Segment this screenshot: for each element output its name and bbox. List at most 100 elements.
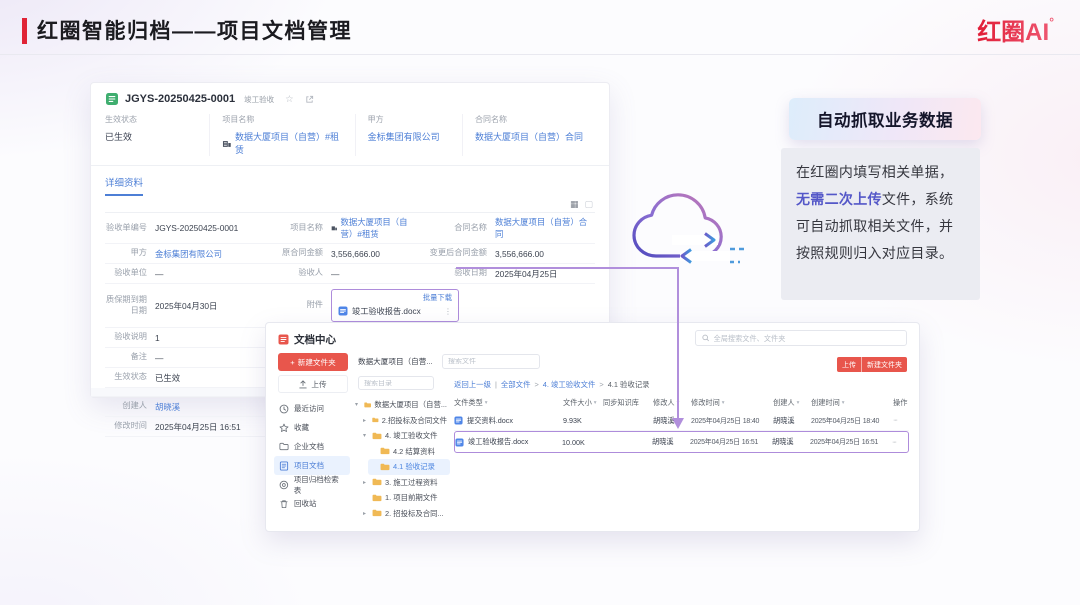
doc-center-sidebar: 最近访问 收藏 企业文档 项目文档 项目归档检索表 回收站 — [274, 399, 350, 513]
table-index-icon — [279, 480, 289, 489]
top-new-folder-button[interactable]: 新建文件夹 — [861, 357, 907, 372]
folder-icon — [364, 402, 371, 408]
tree-item[interactable]: 4.2 结算资料 — [368, 444, 450, 460]
field-link[interactable]: 数据大厦项目（自营）#租赁 — [341, 216, 417, 240]
document-icon — [279, 460, 289, 471]
tree-item-root[interactable]: ▾ 数据大厦项目（自营... — [352, 397, 450, 413]
brand-logo-text: 红圈AI — [977, 19, 1050, 46]
search-file-box[interactable] — [442, 354, 540, 369]
upload-button[interactable]: 上传 — [278, 375, 348, 393]
star-icon — [279, 423, 289, 432]
doc-center-title: 文档中心 — [294, 334, 336, 346]
doc-center-icon — [278, 334, 289, 345]
field-link[interactable]: 金标集团有限公司 — [155, 248, 222, 260]
tree-item[interactable]: ▸ 2. 招投标及合同... — [360, 506, 450, 522]
sidebar-item-project-docs[interactable]: 项目文档 — [274, 456, 350, 475]
col-header[interactable]: 文件类型 — [454, 398, 483, 408]
breadcrumb-item[interactable]: 全部文件 — [501, 379, 531, 390]
tree-item[interactable]: ▸ 3. 施工过程资料 — [360, 475, 450, 491]
more-actions-icon[interactable]: ··· — [892, 439, 908, 446]
field-label: 验收单位 — [114, 268, 147, 278]
file-name[interactable]: 提交资料.docx — [467, 416, 513, 426]
search-dir-box[interactable] — [358, 376, 434, 390]
sort-caret-icon: ▾ — [484, 400, 488, 406]
docx-file-icon — [338, 306, 348, 316]
folder-icon — [372, 509, 382, 517]
project-building-icon — [331, 226, 337, 231]
attachment-file-item[interactable]: 竣工验收报告.docx ⋮ — [338, 305, 452, 317]
creator-link[interactable]: 胡晓溪 — [155, 401, 180, 413]
field-value: 3,556,666.00 — [495, 248, 544, 259]
col-header[interactable]: 创建时间 — [811, 398, 840, 408]
file-row-highlighted[interactable]: 竣工验收报告.docx 10.00K 胡晓溪 2025年04月25日 16:51… — [454, 431, 909, 453]
file-created-time: 2025年04月25日 16:51 — [810, 439, 879, 446]
col-header[interactable]: 文件大小 — [563, 398, 592, 408]
project-tab[interactable]: 数据大厦项目（自营... + — [358, 356, 447, 367]
search-dir-input[interactable] — [364, 379, 428, 387]
batch-download-link[interactable]: 批量下载 — [423, 293, 452, 303]
summary-contract-link[interactable]: 数据大厦项目（自营）合同 — [475, 130, 583, 143]
folder-outline-icon — [279, 442, 289, 451]
cloud-sync-icon — [626, 178, 750, 295]
sidebar-item-recent[interactable]: 最近访问 — [274, 399, 350, 418]
breadcrumb-back[interactable]: 返回上一级 — [454, 379, 491, 390]
panel-view-icon[interactable]: ▢ — [584, 199, 593, 210]
form-header: JGYS-20250425-0001 竣工验收 ☆ — [91, 83, 609, 112]
tree-item[interactable]: ▾ 4. 竣工验收文件 — [360, 428, 450, 444]
table-tools: ▦ ▢ — [91, 196, 609, 212]
callout-text: 在红圈内填写相关单据， — [796, 164, 954, 180]
sort-caret-icon: ▾ — [841, 400, 845, 406]
search-icon — [702, 334, 710, 342]
tree-item-selected[interactable]: 4.1 验收记录 — [368, 459, 450, 475]
attachment-highlight-box: 批量下载 竣工验收报告.docx ⋮ — [331, 289, 459, 322]
field-link[interactable]: 数据大厦项目（自营）合同 — [495, 216, 591, 240]
folder-icon — [372, 432, 382, 439]
summary-party-a: 甲方 金标集团有限公司 — [354, 114, 462, 156]
expand-closed-icon[interactable]: ▸ — [363, 417, 369, 424]
docx-file-icon — [455, 437, 464, 447]
slide: 红圈智能归档——项目文档管理 红圈AI° JGYS-20250425-0001 … — [0, 0, 1080, 605]
top-upload-button[interactable]: 上传 — [837, 357, 861, 372]
grid-view-icon[interactable]: ▦ — [570, 199, 579, 210]
col-header[interactable]: 修改人 — [653, 398, 675, 408]
share-icon[interactable] — [305, 95, 314, 104]
detail-row: 甲方 金标集团有限公司 原合同金额 3,556,666.00 变更后合同金额 3… — [105, 244, 595, 264]
tab-detail-info[interactable]: 详细资料 — [105, 175, 144, 196]
more-actions-icon[interactable]: ··· — [893, 417, 909, 424]
sidebar-item-company-docs[interactable]: 企业文档 — [274, 437, 350, 456]
field-label: 甲方 — [130, 248, 147, 258]
new-folder-button[interactable]: + 新建文件夹 — [278, 353, 348, 371]
trash-icon — [280, 499, 288, 508]
tree-item[interactable]: 1. 项目前期文件 — [360, 490, 450, 506]
plus-icon: + — [290, 357, 295, 367]
expand-open-icon[interactable]: ▾ — [355, 401, 361, 408]
summary-contract: 合同名称 数据大厦项目（自营）合同 — [462, 114, 595, 156]
sidebar-item-favorites[interactable]: 收藏 — [274, 418, 350, 437]
file-row[interactable]: 提交资料.docx 9.93K 胡晓溪 2025年04月25日 18:40 胡晓… — [454, 411, 909, 431]
sidebar-item-recycle-bin[interactable]: 回收站 — [274, 494, 350, 513]
col-header[interactable]: 创建人 — [773, 398, 795, 408]
favorite-star-icon[interactable]: ☆ — [285, 94, 294, 105]
global-search-box[interactable] — [695, 330, 907, 346]
col-header[interactable]: 修改时间 — [691, 398, 720, 408]
search-file-input[interactable] — [448, 358, 534, 365]
summary-party-a-label: 甲方 — [367, 115, 384, 124]
folder-icon — [372, 478, 382, 486]
field-label: 创建人 — [122, 401, 147, 411]
global-search-input[interactable] — [713, 333, 900, 343]
breadcrumb-item[interactable]: 4. 竣工验收文件 — [543, 379, 596, 390]
summary-project-link[interactable]: 数据大厦项目（自营）#租赁 — [235, 130, 345, 156]
more-vertical-icon[interactable]: ⋮ — [444, 307, 452, 316]
slide-header: 红圈智能归档——项目文档管理 红圈AI° — [0, 0, 1080, 55]
tree-item[interactable]: ▸ 2.招投标及合同文件 — [360, 413, 450, 429]
file-name[interactable]: 竣工验收报告.docx — [468, 437, 528, 447]
upload-icon — [299, 379, 308, 388]
sidebar-item-archive-index[interactable]: 项目归档检索表 — [274, 475, 350, 495]
expand-open-icon[interactable]: ▾ — [363, 432, 369, 439]
expand-closed-icon[interactable]: ▸ — [363, 510, 369, 517]
breadcrumb-separator: > — [534, 380, 539, 389]
field-value: 2025年04月30日 — [155, 300, 218, 311]
form-type-tag: 竣工验收 — [244, 94, 275, 104]
expand-closed-icon[interactable]: ▸ — [363, 479, 369, 486]
summary-party-a-link[interactable]: 金标集团有限公司 — [368, 130, 440, 143]
